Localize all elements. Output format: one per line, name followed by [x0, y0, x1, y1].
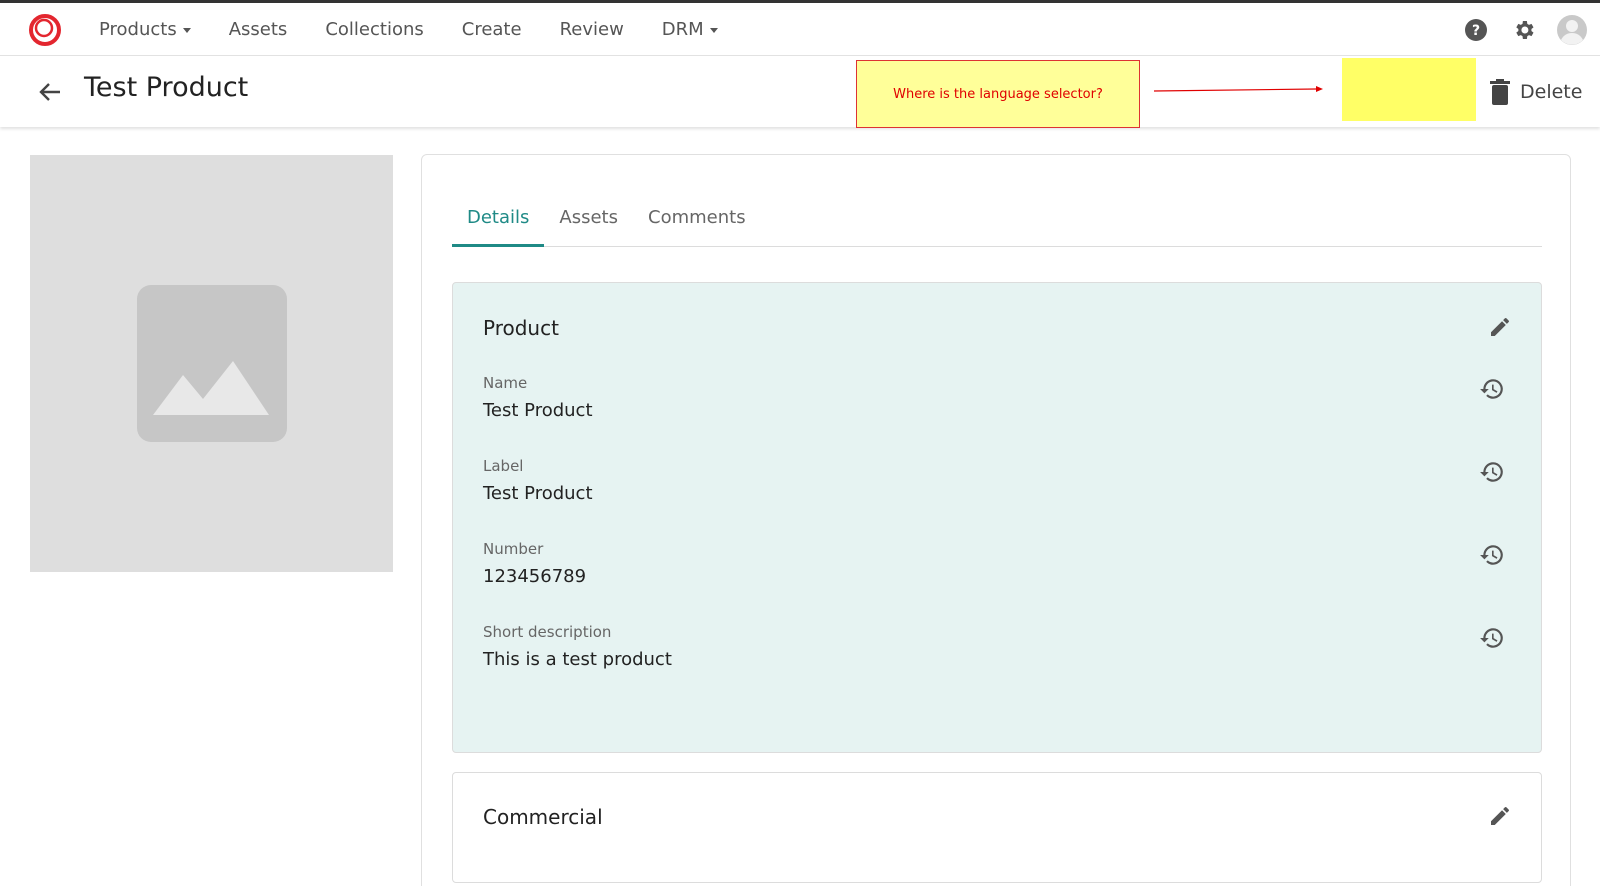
- tab-comments[interactable]: Comments: [633, 195, 761, 247]
- tab-bar: Details Assets Comments: [452, 195, 1542, 247]
- tab-assets[interactable]: Assets: [544, 195, 633, 247]
- section-title: Product: [483, 316, 559, 340]
- account-button[interactable]: [1548, 6, 1596, 54]
- image-placeholder-icon: [137, 285, 287, 442]
- edit-product-button[interactable]: [1485, 312, 1515, 342]
- brand-logo-icon[interactable]: [28, 13, 62, 47]
- help-icon: ?: [1465, 18, 1487, 41]
- help-button[interactable]: ?: [1452, 6, 1500, 54]
- section-title: Commercial: [483, 805, 603, 829]
- history-icon: [1480, 462, 1503, 482]
- field-label: Label: [483, 457, 524, 475]
- commercial-section: Commercial: [452, 772, 1542, 883]
- pencil-icon: [1491, 806, 1510, 825]
- nav-products[interactable]: Products: [80, 3, 210, 56]
- nav-drm[interactable]: DRM: [643, 3, 737, 56]
- pencil-icon: [1491, 317, 1510, 336]
- field-label: Name: [483, 374, 528, 392]
- nav-drm-label: DRM: [661, 19, 704, 40]
- back-arrow-icon[interactable]: [36, 78, 64, 106]
- field-label-row: Label Test Product: [483, 457, 1513, 517]
- top-right-icons: ?: [1452, 3, 1600, 56]
- tab-details[interactable]: Details: [452, 195, 545, 247]
- history-icon: [1480, 379, 1503, 399]
- field-name: Name Test Product: [483, 374, 1513, 434]
- gear-icon: [1516, 20, 1534, 39]
- field-short-description: Short description This is a test product: [483, 623, 1513, 683]
- field-value: This is a test product: [483, 649, 672, 670]
- account-icon: [1557, 14, 1587, 45]
- page-title: Test Product: [84, 72, 249, 103]
- field-value: Test Product: [483, 400, 593, 421]
- nav-review-label: Review: [559, 19, 624, 40]
- trash-icon: [1490, 79, 1510, 105]
- settings-button[interactable]: [1500, 6, 1548, 54]
- nav-create-label: Create: [461, 19, 522, 40]
- history-button[interactable]: [1477, 374, 1507, 404]
- nav-review[interactable]: Review: [541, 3, 643, 56]
- svg-text:?: ?: [1472, 23, 1480, 39]
- history-button[interactable]: [1477, 457, 1507, 487]
- field-value: 123456789: [483, 566, 587, 587]
- annotation-arrow: [1154, 86, 1323, 92]
- page-header: Test Product Where is the language selec…: [0, 56, 1600, 128]
- history-icon: [1480, 628, 1503, 648]
- chevron-down-icon: [709, 28, 718, 33]
- history-button[interactable]: [1477, 540, 1507, 570]
- main-nav: Products Assets Collections Create Revie…: [80, 3, 737, 56]
- nav-assets-label: Assets: [228, 19, 288, 40]
- nav-create[interactable]: Create: [443, 3, 541, 56]
- field-number: Number 123456789: [483, 540, 1513, 600]
- delete-button[interactable]: Delete: [1490, 76, 1582, 108]
- annotation-note: Where is the language selector?: [856, 60, 1140, 128]
- details-card: Details Assets Comments Product Name Tes…: [421, 154, 1571, 886]
- field-label: Number: [483, 540, 544, 558]
- nav-products-label: Products: [99, 19, 177, 40]
- history-icon: [1480, 545, 1503, 565]
- field-value: Test Product: [483, 483, 593, 504]
- nav-collections[interactable]: Collections: [306, 3, 442, 56]
- chevron-down-icon: [182, 28, 191, 33]
- product-image-placeholder[interactable]: [30, 155, 393, 572]
- nav-collections-label: Collections: [325, 19, 424, 40]
- highlight-box: [1342, 58, 1476, 121]
- history-button[interactable]: [1477, 623, 1507, 653]
- delete-label: Delete: [1520, 81, 1583, 103]
- field-label: Short description: [483, 623, 612, 641]
- top-navigation-bar: Products Assets Collections Create Revie…: [0, 0, 1600, 56]
- edit-commercial-button[interactable]: [1485, 801, 1515, 831]
- nav-assets[interactable]: Assets: [210, 3, 307, 56]
- product-section: Product Name Test Product Label Test Pro…: [452, 282, 1542, 753]
